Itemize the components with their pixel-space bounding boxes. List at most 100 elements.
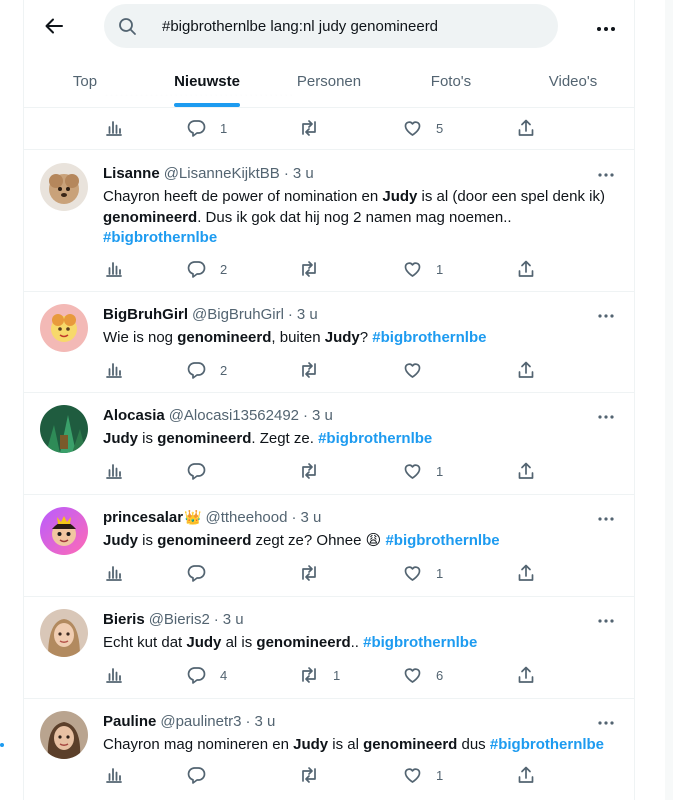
like-count: 1 bbox=[436, 463, 444, 479]
views-button[interactable] bbox=[105, 461, 123, 481]
tweet-time[interactable]: 3 u bbox=[300, 509, 321, 526]
tweet-more-button[interactable] bbox=[594, 505, 618, 529]
share-button[interactable] bbox=[517, 118, 535, 138]
retweet-button[interactable] bbox=[299, 563, 333, 583]
tweet-time[interactable]: 3 u bbox=[254, 713, 275, 730]
reply-button[interactable] bbox=[187, 563, 220, 583]
reply-icon bbox=[187, 564, 206, 582]
author-handle[interactable]: @paulinetr3 bbox=[160, 713, 241, 730]
share-button[interactable] bbox=[517, 563, 535, 583]
heart-icon bbox=[403, 462, 422, 480]
tweet-text-segment: Chayron mag nomineren en bbox=[103, 736, 294, 753]
retweet-icon bbox=[299, 361, 319, 379]
hashtag-link[interactable]: #bigbrothernlbe bbox=[372, 329, 486, 346]
tweet-time[interactable]: 3 u bbox=[293, 165, 314, 182]
like-button[interactable]: 5 bbox=[403, 118, 443, 138]
author-name[interactable]: Lisanne bbox=[103, 165, 160, 182]
author-name[interactable]: Bieris bbox=[103, 611, 145, 628]
views-button[interactable] bbox=[105, 118, 123, 138]
author-handle[interactable]: @BigBruhGirl bbox=[192, 306, 284, 323]
highlighted-term: genomineerd bbox=[157, 532, 252, 549]
reply-button[interactable] bbox=[187, 461, 220, 481]
tweet-time[interactable]: 3 u bbox=[312, 407, 333, 424]
author-handle[interactable]: @Alocasi13562492 bbox=[169, 407, 299, 424]
avatar[interactable] bbox=[40, 609, 88, 657]
reply-button[interactable]: 2 bbox=[187, 360, 227, 380]
avatar[interactable] bbox=[40, 507, 88, 555]
back-button[interactable] bbox=[36, 10, 72, 46]
tweet[interactable]: Pauline @paulinetr3 · 3 u Chayron mag no… bbox=[24, 699, 634, 800]
like-button[interactable]: 1 bbox=[403, 765, 443, 785]
author-name[interactable]: Pauline bbox=[103, 713, 156, 730]
author-name[interactable]: BigBruhGirl bbox=[103, 306, 188, 323]
separator-dot: · bbox=[303, 407, 309, 424]
tweet[interactable]: Bieris @Bieris2 · 3 u Echt kut dat Judy … bbox=[24, 597, 634, 699]
author-handle[interactable]: @ttheehood bbox=[205, 509, 287, 526]
views-button[interactable] bbox=[105, 563, 123, 583]
reply-count: 1 bbox=[220, 120, 228, 136]
views-button[interactable] bbox=[105, 259, 123, 279]
analytics-icon bbox=[105, 462, 123, 480]
hashtag-link[interactable]: #bigbrothernlbe bbox=[103, 229, 217, 246]
reply-button[interactable]: 2 bbox=[187, 259, 227, 279]
like-button[interactable]: 1 bbox=[403, 461, 443, 481]
tab-label: Personen bbox=[296, 73, 362, 90]
hashtag-link[interactable]: #bigbrothernlbe bbox=[490, 736, 604, 753]
share-button[interactable] bbox=[517, 259, 535, 279]
avatar[interactable] bbox=[40, 711, 88, 759]
search-box[interactable] bbox=[104, 4, 558, 48]
tweet[interactable]: BigBruhGirl @BigBruhGirl · 3 u Wie is no… bbox=[24, 292, 634, 393]
avatar[interactable] bbox=[40, 163, 88, 211]
tab-top[interactable]: Top bbox=[24, 56, 146, 107]
share-button[interactable] bbox=[517, 765, 535, 785]
tweet-time[interactable]: 3 u bbox=[297, 306, 318, 323]
tweet-time[interactable]: 3 u bbox=[223, 611, 244, 628]
reply-icon bbox=[187, 462, 206, 480]
tweet-more-button[interactable] bbox=[594, 161, 618, 185]
author-name[interactable]: princesalar bbox=[103, 509, 183, 526]
author-handle[interactable]: @LisanneKijktBB bbox=[164, 165, 280, 182]
tweet-more-button[interactable] bbox=[594, 302, 618, 326]
reply-button[interactable]: 1 bbox=[187, 118, 227, 138]
hashtag-link[interactable]: #bigbrothernlbe bbox=[318, 430, 432, 447]
search-input[interactable] bbox=[162, 17, 542, 35]
retweet-button[interactable] bbox=[299, 461, 333, 481]
tweet-more-button[interactable] bbox=[594, 709, 618, 733]
reply-button[interactable] bbox=[187, 765, 220, 785]
tweet[interactable]: princesalar 👑 @ttheehood · 3 u Judy is g… bbox=[24, 495, 634, 597]
views-button[interactable] bbox=[105, 665, 123, 685]
retweet-button[interactable] bbox=[299, 259, 333, 279]
retweet-button[interactable] bbox=[299, 360, 333, 380]
views-button[interactable] bbox=[105, 765, 123, 785]
tweet-header: Bieris @Bieris2 · 3 u bbox=[103, 611, 244, 628]
more-options-button[interactable] bbox=[588, 10, 624, 46]
tweet[interactable]: Alocasia @Alocasi13562492 · 3 u Judy is … bbox=[24, 393, 634, 495]
like-button[interactable]: 1 bbox=[403, 563, 443, 583]
share-button[interactable] bbox=[517, 665, 535, 685]
like-button[interactable] bbox=[403, 360, 436, 380]
tweet-text: Echt kut dat Judy al is genomineerd.. #b… bbox=[103, 633, 617, 654]
tab-latest[interactable]: Nieuwste bbox=[146, 56, 268, 107]
avatar[interactable] bbox=[40, 405, 88, 453]
like-button[interactable]: 1 bbox=[403, 259, 443, 279]
author-handle[interactable]: @Bieris2 bbox=[149, 611, 210, 628]
tweet-more-button[interactable] bbox=[594, 607, 618, 631]
hashtag-link[interactable]: #bigbrothernlbe bbox=[363, 634, 477, 651]
retweet-button[interactable] bbox=[299, 765, 333, 785]
reply-button[interactable]: 4 bbox=[187, 665, 227, 685]
tab-videos[interactable]: Video's bbox=[512, 56, 634, 107]
views-button[interactable] bbox=[105, 360, 123, 380]
hashtag-link[interactable]: #bigbrothernlbe bbox=[385, 532, 499, 549]
tweet-more-button[interactable] bbox=[594, 403, 618, 427]
tab-photos[interactable]: Foto's bbox=[390, 56, 512, 107]
tweet[interactable]: Lisanne @LisanneKijktBB · 3 u Chayron he… bbox=[24, 151, 634, 292]
share-icon bbox=[517, 666, 535, 684]
author-name[interactable]: Alocasia bbox=[103, 407, 165, 424]
share-button[interactable] bbox=[517, 461, 535, 481]
like-button[interactable]: 6 bbox=[403, 665, 443, 685]
retweet-button[interactable]: 1 bbox=[299, 665, 340, 685]
retweet-button[interactable] bbox=[299, 118, 319, 138]
tab-people[interactable]: Personen bbox=[268, 56, 390, 107]
avatar[interactable] bbox=[40, 304, 88, 352]
share-button[interactable] bbox=[517, 360, 535, 380]
